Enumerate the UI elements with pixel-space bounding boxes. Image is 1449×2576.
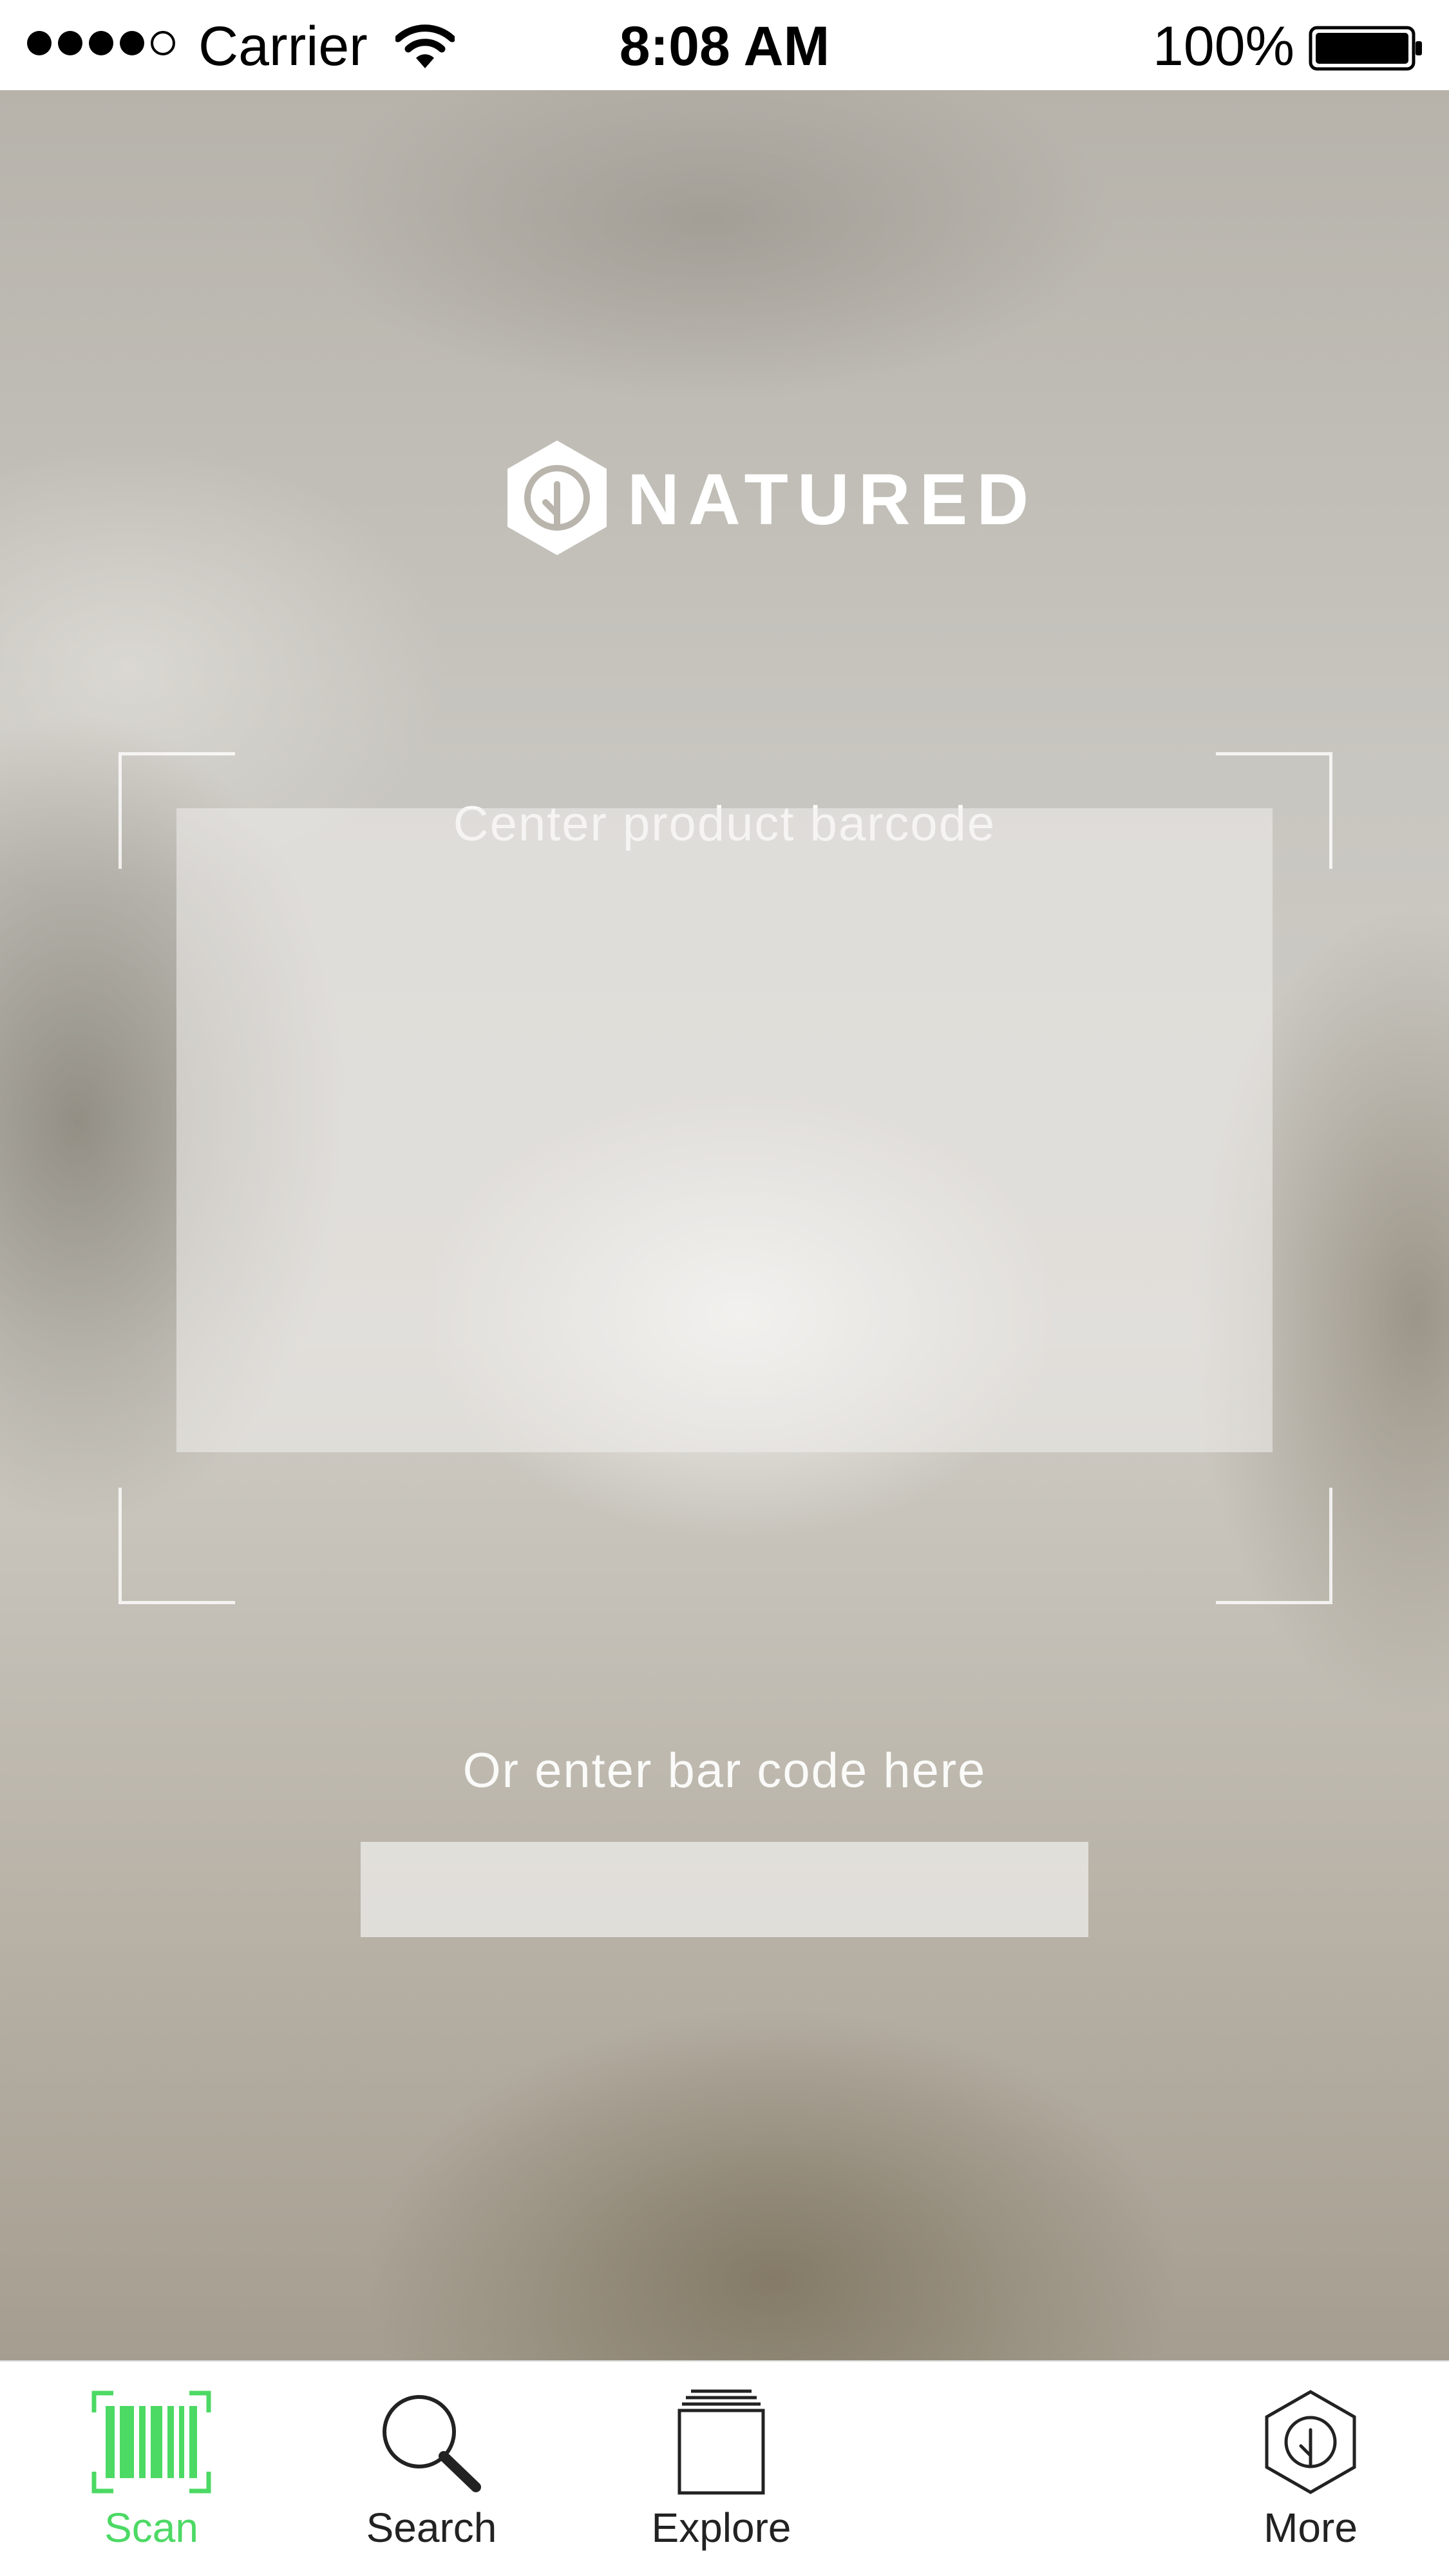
barcode-input[interactable] bbox=[361, 1842, 1088, 1937]
barcode-scan-icon bbox=[91, 2387, 211, 2497]
viewfinder-corner-bottom-left bbox=[118, 1488, 235, 1604]
manual-entry-prompt: Or enter bar code here bbox=[462, 1743, 987, 1798]
viewfinder-corner-bottom-right bbox=[1216, 1488, 1332, 1604]
tab-explore[interactable]: Explore bbox=[631, 2362, 811, 2576]
tab-label: Search bbox=[366, 2505, 497, 2551]
stack-icon bbox=[673, 2387, 770, 2497]
camera-viewfinder: NATURED Center product barcode Or enter … bbox=[0, 90, 1449, 2360]
tab-label: More bbox=[1264, 2505, 1358, 2551]
hexagon-tree-icon bbox=[502, 438, 612, 561]
tab-search[interactable]: Search bbox=[348, 2362, 515, 2576]
hexagon-tree-icon bbox=[1262, 2387, 1359, 2497]
status-bar: Carrier 8:08 AM 100% bbox=[0, 0, 1449, 90]
magnifier-icon bbox=[377, 2387, 486, 2497]
natured-logo: NATURED bbox=[502, 438, 1037, 561]
tab-label: Explore bbox=[651, 2505, 791, 2551]
tab-more[interactable]: More bbox=[1236, 2362, 1385, 2576]
tab-label: Scan bbox=[104, 2505, 198, 2551]
battery-percent: 100% bbox=[1153, 15, 1294, 77]
tab-scan[interactable]: Scan bbox=[77, 2362, 225, 2576]
battery-icon bbox=[1309, 26, 1425, 74]
scan-screen: Carrier 8:08 AM 100% NATURED Or enter ba… bbox=[0, 0, 1449, 2576]
tab-bar: Scan Search Explore More bbox=[0, 2360, 1449, 2576]
brand-name: NATURED bbox=[627, 459, 1038, 540]
barcode-scan-window bbox=[176, 808, 1273, 1452]
